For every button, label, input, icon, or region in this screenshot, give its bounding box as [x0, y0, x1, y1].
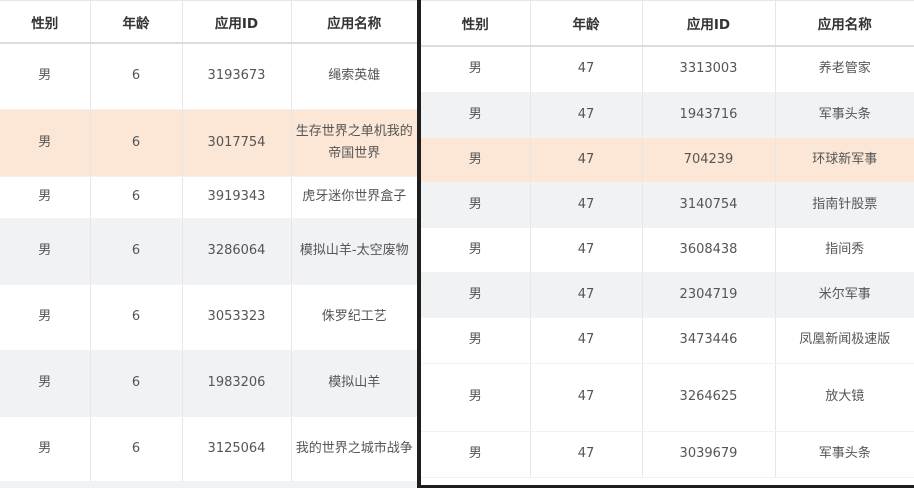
age-cell: 47	[530, 92, 643, 138]
app-id-cell: 2304719	[642, 272, 776, 318]
app-id-cell: 3313003	[642, 46, 776, 93]
age-cell: 6	[90, 416, 183, 483]
header-gender[interactable]: 性别	[421, 0, 531, 47]
table-header-row: 性别 年龄 应用ID 应用名称	[421, 0, 914, 47]
table-row[interactable]: 男 47 3140754 指南针股票	[421, 182, 914, 228]
table-row[interactable]: 男 6 3286064 模拟山羊-太空废物	[0, 218, 417, 285]
table-row[interactable]: 男 47 3608438 指间秀	[421, 227, 914, 273]
gender-cell: 男	[0, 416, 91, 483]
gender-cell: 男	[0, 176, 91, 219]
app-id-cell: 3193673	[182, 43, 292, 110]
age-cell: 6	[90, 350, 183, 417]
app-name-cell: 军事头条	[775, 92, 914, 138]
age-cell: 6	[90, 218, 183, 285]
gender-cell: 男	[0, 218, 91, 285]
gender-cell: 男	[421, 46, 531, 93]
gender-cell: 男	[421, 272, 531, 318]
app-id-cell: 1943716	[642, 92, 776, 138]
header-app-name[interactable]: 应用名称	[775, 0, 914, 47]
table-header-row: 性别 年龄 应用ID 应用名称	[0, 0, 417, 44]
gender-cell: 男	[0, 43, 91, 110]
left-table-panel: 性别 年龄 应用ID 应用名称 男 6 3193673 绳索英雄男 6 3017754 生存…	[0, 0, 417, 488]
age-cell: 6	[90, 43, 183, 110]
app-name-cell: 模拟山羊-太空废物	[291, 218, 417, 285]
app-name-cell: 环球新军事	[775, 137, 914, 183]
app-name-cell: 虎牙迷你世界盒子	[291, 176, 417, 219]
gender-cell: 男	[421, 92, 531, 138]
app-id-cell: 704239	[642, 137, 776, 183]
table-row[interactable]: 男 6 3125064 我的世界之城市战争	[0, 416, 417, 483]
table-row[interactable]: 男 47 3473446 凤凰新闻极速版	[421, 317, 914, 364]
table-row[interactable]: 男 47 3264625 放大镜	[421, 363, 914, 432]
app-name-cell: 绳索英雄	[291, 43, 417, 110]
table-row[interactable]: 男 6 3193673 绳索英雄	[0, 43, 417, 110]
app-name-cell: 凤凰新闻极速版	[775, 317, 914, 364]
gender-cell: 男	[0, 109, 91, 177]
age-cell: 47	[530, 182, 643, 228]
app-id-cell: 3125064	[182, 416, 292, 483]
app-name-cell: 军事头条	[775, 431, 914, 478]
right-app-table: 性别 年龄 应用ID 应用名称 男 47 3313003 养老管家男 47 1943716…	[421, 0, 914, 478]
header-app-id[interactable]: 应用ID	[182, 0, 292, 44]
app-id-cell: 3608438	[642, 227, 776, 273]
age-cell: 6	[90, 176, 183, 219]
table-row[interactable]: 男 47 2304719 米尔军事	[421, 272, 914, 318]
gender-cell: 男	[421, 137, 531, 183]
table-row[interactable]: 男 47 1943716 军事头条	[421, 92, 914, 138]
gender-cell: 男	[421, 227, 531, 273]
app-name-cell: 米尔军事	[775, 272, 914, 318]
table-row[interactable]: 男 47 3313003 养老管家	[421, 46, 914, 93]
table-row[interactable]: 男 6 3053323 侏罗纪工艺	[0, 284, 417, 351]
app-name-cell: 指间秀	[775, 227, 914, 273]
table-row-partial	[0, 481, 417, 488]
table-row[interactable]: 男 47 3039679 军事头条	[421, 431, 914, 478]
age-cell: 47	[530, 227, 643, 273]
table-row[interactable]: 男 6 3919343 虎牙迷你世界盒子	[0, 176, 417, 219]
gender-cell: 男	[421, 363, 531, 432]
age-cell: 47	[530, 363, 643, 432]
age-cell: 47	[530, 137, 643, 183]
app-id-cell: 1983206	[182, 350, 292, 417]
app-id-cell: 3053323	[182, 284, 292, 351]
age-cell: 47	[530, 431, 643, 478]
table-row[interactable]: 男 6 3017754 生存世界之单机我的帝国世界	[0, 109, 417, 177]
gender-cell: 男	[421, 317, 531, 364]
app-id-cell: 3919343	[182, 176, 292, 219]
left-app-table: 性别 年龄 应用ID 应用名称 男 6 3193673 绳索英雄男 6 3017754 生存…	[0, 0, 417, 483]
right-table-panel: 性别 年龄 应用ID 应用名称 男 47 3313003 养老管家男 47 1943716…	[421, 0, 914, 486]
app-id-cell: 3140754	[642, 182, 776, 228]
header-app-id[interactable]: 应用ID	[642, 0, 776, 47]
table-row[interactable]: 男 47 704239 环球新军事	[421, 137, 914, 183]
app-name-cell: 模拟山羊	[291, 350, 417, 417]
app-id-cell: 3473446	[642, 317, 776, 364]
age-cell: 6	[90, 109, 183, 177]
header-age[interactable]: 年龄	[530, 0, 643, 47]
app-id-cell: 3264625	[642, 363, 776, 432]
header-age[interactable]: 年龄	[90, 0, 183, 44]
app-id-cell: 3286064	[182, 218, 292, 285]
app-name-cell: 我的世界之城市战争	[291, 416, 417, 483]
age-cell: 47	[530, 272, 643, 318]
gender-cell: 男	[421, 182, 531, 228]
app-name-cell: 养老管家	[775, 46, 914, 93]
app-name-cell: 生存世界之单机我的帝国世界	[291, 109, 417, 177]
app-id-cell: 3039679	[642, 431, 776, 478]
age-cell: 47	[530, 46, 643, 93]
app-name-cell: 侏罗纪工艺	[291, 284, 417, 351]
header-gender[interactable]: 性别	[0, 0, 91, 44]
app-name-cell: 放大镜	[775, 363, 914, 432]
age-cell: 6	[90, 284, 183, 351]
gender-cell: 男	[0, 350, 91, 417]
age-cell: 47	[530, 317, 643, 364]
header-app-name[interactable]: 应用名称	[291, 0, 417, 44]
gender-cell: 男	[421, 431, 531, 478]
app-name-cell: 指南针股票	[775, 182, 914, 228]
gender-cell: 男	[0, 284, 91, 351]
app-id-cell: 3017754	[182, 109, 292, 177]
table-row[interactable]: 男 6 1983206 模拟山羊	[0, 350, 417, 417]
